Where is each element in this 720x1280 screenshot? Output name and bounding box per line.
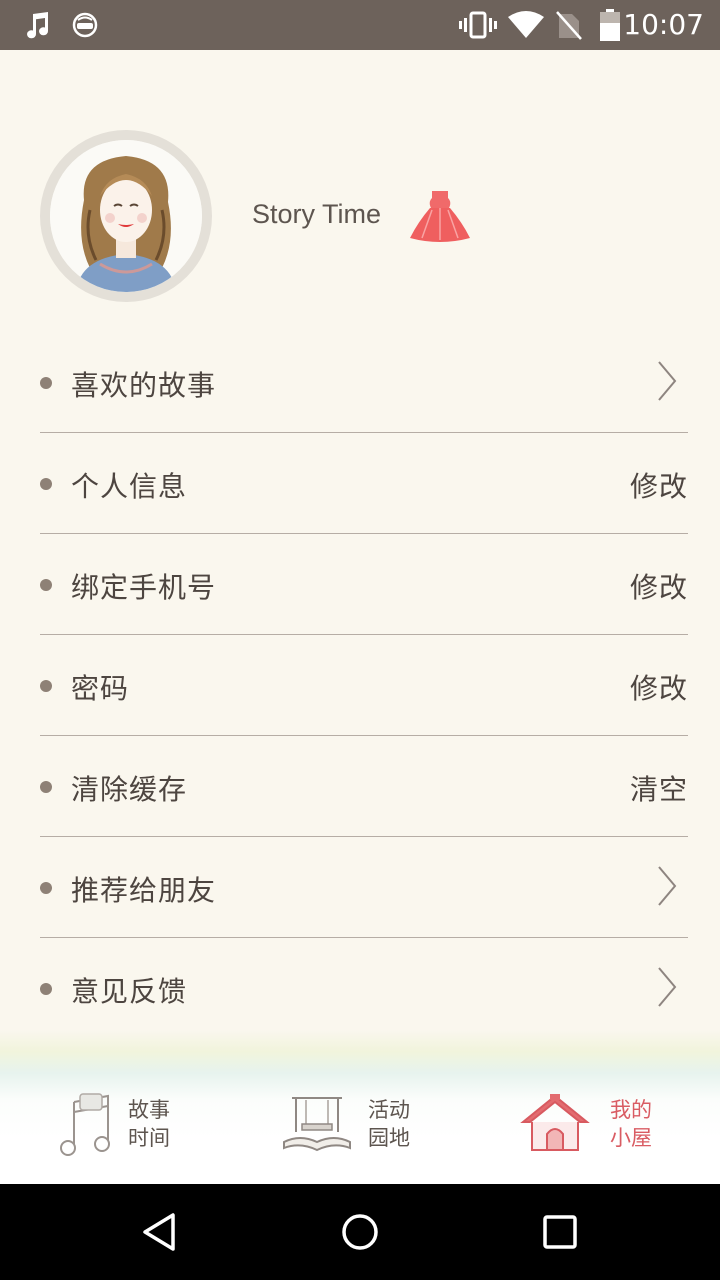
house-icon bbox=[520, 1092, 590, 1160]
chevron-right-icon bbox=[656, 966, 678, 1012]
clear-cache-button[interactable]: 清空 bbox=[630, 768, 688, 808]
face-mask-icon bbox=[70, 0, 100, 50]
swing-book-icon bbox=[280, 1092, 354, 1160]
battery-icon bbox=[598, 0, 622, 50]
back-triangle-icon bbox=[143, 1213, 175, 1251]
menu-item-bind-phone[interactable]: 绑定手机号 修改 bbox=[40, 534, 688, 635]
menu-item-label: 密码 bbox=[71, 672, 130, 705]
status-bar: 10:07 bbox=[0, 0, 720, 50]
menu-item-favorite-stories[interactable]: 喜欢的故事 bbox=[40, 332, 688, 433]
tab-story-time[interactable]: 故事 时间 bbox=[58, 1090, 188, 1160]
wifi-icon bbox=[506, 0, 546, 50]
menu-item-recommend-friends[interactable]: 推荐给朋友 bbox=[40, 837, 688, 938]
recents-button[interactable] bbox=[530, 1202, 590, 1262]
bullet-dot bbox=[40, 579, 52, 591]
dress-icon bbox=[408, 188, 472, 248]
menu-item-label: 个人信息 bbox=[71, 470, 188, 503]
chevron-right-icon bbox=[656, 865, 678, 911]
tab-label-line2: 园地 bbox=[368, 1126, 410, 1150]
menu-item-personal-info[interactable]: 个人信息 修改 bbox=[40, 433, 688, 534]
tab-label-line2: 时间 bbox=[128, 1126, 170, 1150]
edit-personal-info-button[interactable]: 修改 bbox=[630, 465, 688, 505]
tab-label: 活动 园地 bbox=[368, 1096, 410, 1152]
avatar-image bbox=[50, 140, 202, 292]
tab-label: 我的 小屋 bbox=[610, 1096, 652, 1152]
tab-label: 故事 时间 bbox=[128, 1096, 170, 1152]
bullet-dot bbox=[40, 478, 52, 490]
bullet-dot bbox=[40, 680, 52, 692]
bottom-tab-bar: 故事 时间 活动 园地 我的 小屋 bbox=[0, 1030, 720, 1184]
system-navigation-bar bbox=[0, 1184, 720, 1280]
tab-my-house[interactable]: 我的 小屋 bbox=[520, 1090, 660, 1160]
tab-label-line1: 我的 bbox=[610, 1098, 652, 1122]
chevron-right-icon bbox=[656, 360, 678, 406]
menu-item-feedback[interactable]: 意见反馈 bbox=[40, 938, 688, 1039]
vibrate-icon bbox=[458, 0, 498, 50]
menu-item-label: 意见反馈 bbox=[71, 975, 188, 1008]
recents-square-icon bbox=[543, 1215, 577, 1249]
menu-item-label: 绑定手机号 bbox=[71, 571, 217, 604]
menu-item-clear-cache[interactable]: 清除缓存 清空 bbox=[40, 736, 688, 837]
home-button[interactable] bbox=[330, 1202, 390, 1262]
music-notes-icon bbox=[58, 1092, 116, 1160]
tab-label-line1: 活动 bbox=[368, 1098, 410, 1122]
no-sim-icon bbox=[554, 0, 584, 50]
bullet-dot bbox=[40, 983, 52, 995]
bullet-dot bbox=[40, 781, 52, 793]
avatar[interactable] bbox=[40, 130, 212, 302]
edit-password-button[interactable]: 修改 bbox=[630, 667, 688, 707]
menu-item-label: 清除缓存 bbox=[71, 773, 188, 806]
bullet-dot bbox=[40, 377, 52, 389]
menu-item-label: 喜欢的故事 bbox=[71, 369, 217, 402]
music-note-icon bbox=[22, 0, 52, 50]
clock: 10:07 bbox=[623, 8, 704, 41]
bullet-dot bbox=[40, 882, 52, 894]
username: Story Time bbox=[252, 199, 382, 229]
back-button[interactable] bbox=[130, 1202, 190, 1262]
tab-label-line2: 小屋 bbox=[610, 1126, 652, 1150]
tab-label-line1: 故事 bbox=[128, 1098, 170, 1122]
menu-item-label: 推荐给朋友 bbox=[71, 874, 217, 907]
tab-activities[interactable]: 活动 园地 bbox=[280, 1090, 420, 1160]
home-circle-icon bbox=[342, 1214, 378, 1250]
settings-menu: 喜欢的故事 个人信息 修改 绑定手机号 修改 密码 修改 清除缓存 清空 推荐给… bbox=[40, 332, 688, 1039]
menu-item-password[interactable]: 密码 修改 bbox=[40, 635, 688, 736]
edit-phone-button[interactable]: 修改 bbox=[630, 566, 688, 606]
